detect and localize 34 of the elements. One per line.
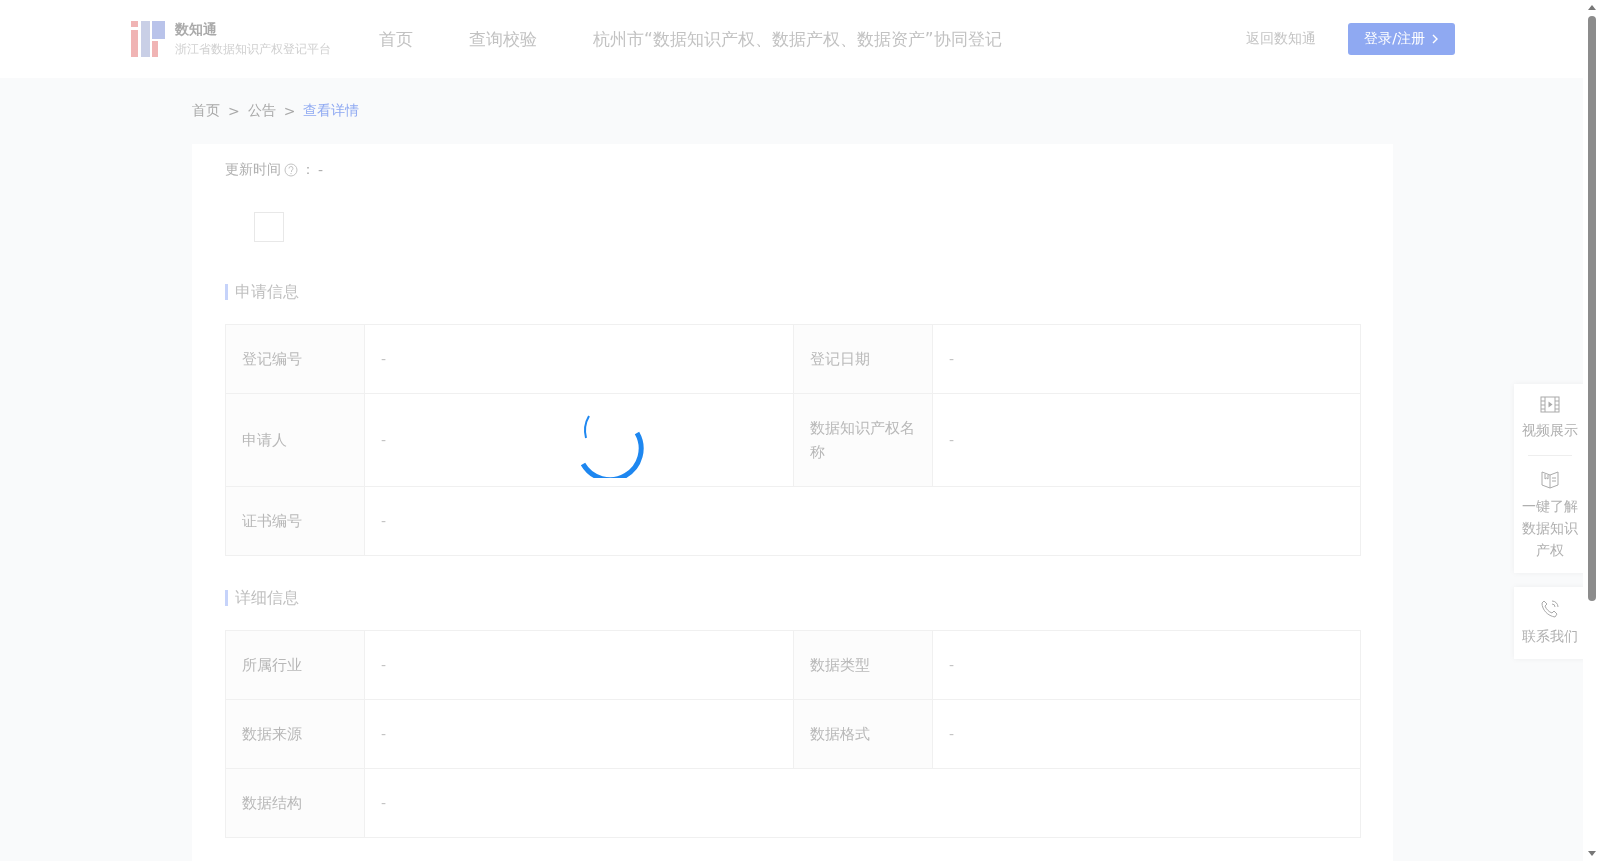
- side-menu-item[interactable]: 一键了解数据知识产权: [1514, 470, 1586, 561]
- field-value: -: [380, 794, 388, 813]
- update-time-separator: ：: [301, 161, 315, 179]
- chevron-icon: [1431, 34, 1439, 44]
- scrollbar[interactable]: [1583, 0, 1600, 861]
- side-menu-item[interactable]: 联系我们: [1514, 599, 1586, 647]
- book-icon: [1540, 470, 1560, 489]
- breadcrumb-link[interactable]: 查看详情: [303, 102, 360, 120]
- breadcrumb-link[interactable]: 首页: [192, 102, 220, 120]
- nav-link[interactable]: 杭州市“数据知识产权、数据产权、数据资产”协同登记: [593, 27, 1002, 51]
- field-value: -: [948, 350, 956, 369]
- nav-link[interactable]: 查询校验: [469, 27, 537, 51]
- phone-icon: [1540, 599, 1560, 619]
- brand-name: 数知通: [175, 20, 218, 39]
- breadcrumb-separator: >: [283, 103, 296, 119]
- field-value: -: [948, 656, 956, 675]
- logo-icon: [131, 21, 165, 57]
- field-value: -: [380, 512, 388, 531]
- film-icon: [1540, 396, 1560, 413]
- nav-link[interactable]: 首页: [379, 27, 413, 51]
- scroll-down-icon[interactable]: [1586, 851, 1597, 857]
- field-value: -: [948, 431, 956, 450]
- help-icon: [284, 163, 298, 177]
- update-time-label: 更新时间: [225, 161, 281, 179]
- update-time-value: -: [318, 162, 324, 178]
- field-value: -: [948, 725, 956, 744]
- section-title: 详细信息: [225, 590, 1361, 606]
- scroll-up-icon[interactable]: [1586, 4, 1597, 10]
- login-button[interactable]: 登录/注册: [1348, 23, 1455, 55]
- breadcrumb-link[interactable]: 公告: [247, 102, 276, 120]
- breadcrumb-separator: >: [228, 103, 240, 119]
- scrollbar-thumb[interactable]: [1587, 16, 1596, 601]
- section-title: 申请信息: [225, 284, 1361, 300]
- side-menu-item[interactable]: 视频展示: [1514, 396, 1586, 441]
